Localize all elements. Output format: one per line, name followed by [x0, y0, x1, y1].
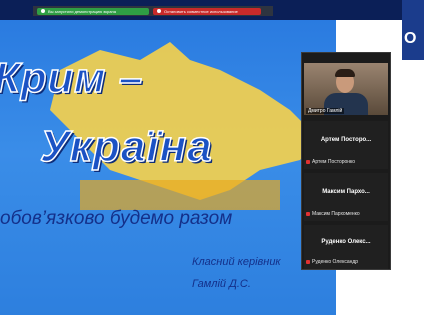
background-window-edge: O — [402, 0, 424, 60]
participant-full-name: Максим Пархоменко — [312, 211, 360, 217]
participant-footer: Максим Пархоменко — [306, 211, 360, 217]
shared-slide: Крим – Україна обов’язково будемо разом … — [0, 20, 336, 317]
participant-tile[interactable]: Руденко Олекс... Руденко Олександр — [304, 225, 388, 269]
participant-display-name: Максим Пархо... — [322, 189, 370, 195]
participant-display-name: Артем Посторо... — [320, 137, 372, 143]
muted-mic-icon — [306, 260, 310, 264]
participant-footer: Руденко Олександр — [306, 259, 358, 265]
participant-video-tile[interactable]: Дмитро Гамлій — [304, 63, 388, 115]
slide-title-line2: Україна — [39, 121, 213, 172]
stop-dot-icon — [157, 9, 161, 13]
participant-name-label: Дмитро Гамлій — [306, 108, 345, 114]
sharing-dot-icon — [41, 9, 45, 13]
participants-panel: Дмитро Гамлій Артем Посторо... Артем Пос… — [301, 52, 391, 270]
sharing-indicator-label: Вы запустили демонстрацию экрана — [48, 8, 116, 14]
muted-mic-icon — [306, 160, 310, 164]
slide-subtitle: обов’язково будемо разом — [0, 208, 233, 229]
teacher-role-text: Класний керівник — [192, 256, 281, 268]
slide-title-line1: Крим – — [0, 53, 144, 102]
muted-mic-icon — [306, 212, 310, 216]
participant-hair — [335, 69, 355, 77]
background-window-letter: O — [404, 30, 417, 47]
participant-tile[interactable]: Максим Пархо... Максим Пархоменко — [304, 173, 388, 221]
teacher-name-text: Гамлій Д.С. — [192, 278, 251, 290]
sharing-indicator-button[interactable]: Вы запустили демонстрацию экрана — [37, 7, 149, 15]
participant-full-name: Руденко Олександр — [312, 259, 359, 265]
stop-sharing-button[interactable]: Остановить совместное использование — [153, 7, 261, 15]
participant-footer: Артем Посторонко — [306, 159, 355, 165]
participant-full-name: Артем Посторонко — [312, 159, 356, 165]
participant-display-name: Руденко Олекс... — [321, 239, 371, 245]
participant-tile[interactable]: Артем Посторо... Артем Посторонко — [304, 121, 388, 169]
screen-share-toolbar: Вы запустили демонстрацию экрана Останов… — [33, 6, 273, 16]
stop-sharing-label: Остановить совместное использование — [164, 8, 238, 14]
